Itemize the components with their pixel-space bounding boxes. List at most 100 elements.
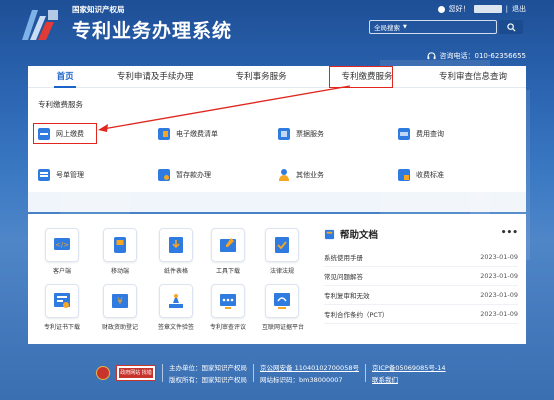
main-nav: 首页 专利申请及手续办理 专利事务服务 专利缴费服务 专利审查信息查询 [28,66,526,88]
more-icon[interactable]: ••• [501,228,518,238]
certificate-icon [45,284,79,318]
help-header: 帮助文档 [324,226,518,242]
nav-application[interactable]: 专利申请及手续办理 [102,66,208,88]
service-paper-forms[interactable]: 纸件表格 [156,228,196,275]
dd-item-number-manage[interactable]: 号单管理 [38,169,84,181]
service-label: 工具下载 [215,268,240,275]
dd-item-payment-list[interactable]: 电子缴费清单 [158,128,218,140]
chevron-down-icon: ▼ [403,24,407,30]
fee-query-icon [398,128,410,140]
police-record-link[interactable]: 京公网安备 11040102700058号 [260,362,359,372]
footer-col-2: 京公网安备 11040102700058号 网站标识码：bm38000007 [260,362,359,384]
doc-row[interactable]: 系统使用手册 2023-01-09 [324,248,518,267]
dd-item-fee-standard[interactable]: 收费标准 [398,169,444,181]
download-form-icon [159,228,193,262]
divider [162,364,163,382]
user-box: 您好！ | 退出 [437,4,526,14]
dd-item-other[interactable]: 其他业务 [278,169,324,181]
doc-date: 2023-01-09 [480,272,518,280]
dropdown-title: 专利缴费服务 [38,100,83,109]
dd-label: 电子缴费清单 [176,130,218,138]
dd-label: 收费标准 [416,171,444,179]
copyright-text: 版权所有：国家知识产权局 [169,376,247,384]
mobile-icon [103,228,137,262]
user-icon [437,5,445,13]
service-tools[interactable]: 工具下载 [208,228,248,275]
logout-link[interactable]: 退出 [512,4,526,14]
svg-text:¥: ¥ [117,297,123,307]
service-label: 移动端 [110,268,129,275]
username[interactable] [473,5,502,13]
dd-label: 暂存款办理 [176,171,211,179]
evidence-platform-icon [265,284,299,318]
funding-icon: ¥ [103,284,137,318]
phone-label: 咨询电话：010-62356655 [439,52,526,60]
service-label: 财政资助登记 [101,324,138,331]
service-label: 互联网证据平台 [262,324,305,331]
service-label: 纸件表格 [163,268,188,275]
highlight-box-online-pay [33,123,97,144]
service-review-eval[interactable]: 专利审查评议 [208,284,248,331]
dd-item-fee-query[interactable]: 费用查询 [398,128,444,140]
doc-row[interactable]: 专利复审和无效 2023-01-09 [324,286,518,305]
search-icon [506,22,516,32]
dd-label: 其他业务 [296,171,324,179]
help-title: 帮助文档 [340,230,379,241]
service-mobile[interactable]: 移动端 [100,228,140,275]
contact-link[interactable]: 联系我们 [372,374,446,384]
headset-icon [427,52,437,60]
help-docs: 帮助文档 ••• 系统使用手册 2023-01-09 常见问题解答 2023-0… [324,226,518,324]
top-bar: 国家知识产权局 专利业务办理系统 您好！ | 退出 全局搜索 ▼ 咨询电话：01… [0,0,554,60]
fee-standard-icon [398,169,410,181]
search-placeholder: 全局搜索 [374,24,400,32]
payment-list-icon [158,128,170,140]
search-button[interactable] [499,20,523,34]
invoice-icon [278,128,290,140]
dd-label: 费用查询 [416,130,444,138]
dd-item-deposit[interactable]: 暂存款办理 [158,169,211,181]
service-client[interactable]: </> 客户端 [42,228,82,275]
deposit-icon [158,169,170,181]
review-eval-icon [211,284,245,318]
doc-date: 2023-01-09 [480,291,518,299]
highlight-box-payment-nav [329,66,393,88]
divider [364,364,366,382]
sponsor-text: 主办单位：国家知识产权局 [169,364,247,372]
service-funding[interactable]: ¥ 财政资助登记 [100,284,140,331]
doc-row[interactable]: 专利合作条约（PCT） 2023-01-09 [324,305,518,324]
nav-home[interactable]: 首页 [28,66,102,88]
nav-affairs[interactable]: 专利事务服务 [208,66,314,88]
service-label: 签章文件验签 [157,324,194,331]
doc-row[interactable]: 常见问题解答 2023-01-09 [324,267,518,286]
service-cert-download[interactable]: 专利证书下载 [42,284,82,331]
greeting-text: 您好！ [448,5,470,13]
footer-col-3: 京ICP备05069085号-14 联系我们 [372,362,446,384]
service-label: 客户端 [52,268,71,275]
gov-site-badge[interactable]: 政府网站 找错 [116,365,156,381]
national-emblem-icon [96,366,110,380]
tool-download-icon [211,228,245,262]
doc-title: 专利复审和无效 [324,292,370,300]
svg-text:</>: </> [55,241,69,249]
service-label: 法律法规 [269,268,294,275]
icp-link[interactable]: 京ICP备05069085号-14 [372,362,446,372]
service-signature-verify[interactable]: 签章文件验签 [156,284,196,331]
footer-col-1: 主办单位：国家知识产权局 版权所有：国家知识产权局 [169,362,247,384]
book-icon [324,229,335,239]
nav-review-query[interactable]: 专利审查信息查询 [420,66,526,88]
site-id-text: 网站标识码：bm38000007 [260,376,343,384]
service-laws[interactable]: 法律法规 [262,228,302,275]
service-label: 专利证书下载 [43,324,80,331]
footer: 政府网站 找错 主办单位：国家知识产权局 版权所有：国家知识产权局 京公网安备 … [96,360,476,386]
dd-item-invoice[interactable]: 票据服务 [278,128,324,140]
global-search-select[interactable]: 全局搜索 ▼ [369,20,497,34]
divider: | [505,5,508,13]
doc-title: 专利合作条约（PCT） [324,311,389,319]
other-business-icon [278,169,290,181]
dd-label: 号单管理 [56,171,84,179]
obscured-strip [28,192,526,212]
doc-date: 2023-01-09 [480,310,518,318]
service-label: 专利审查评议 [209,324,246,331]
service-evidence-platform[interactable]: 互联网证据平台 [262,284,305,331]
doc-date: 2023-01-09 [480,253,518,261]
